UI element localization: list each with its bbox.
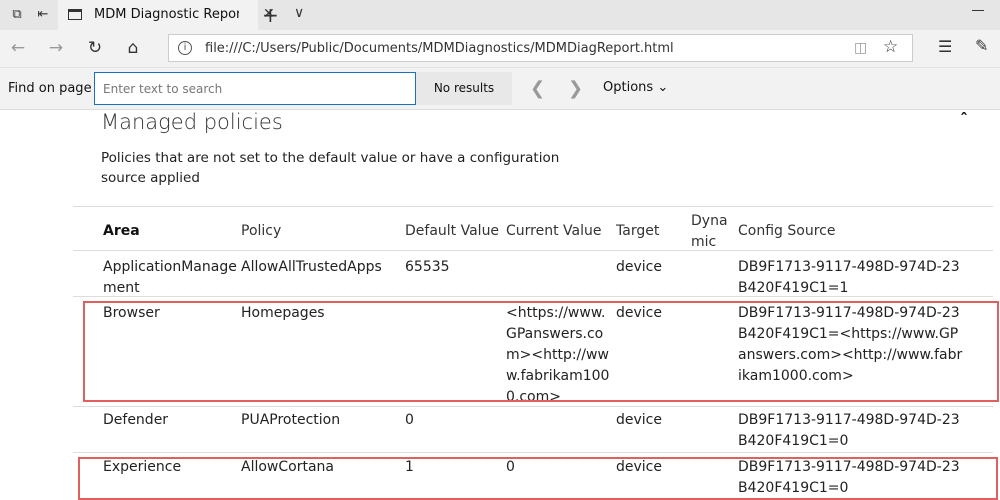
- header-config-source: Config Source: [738, 223, 836, 239]
- row-divider: [73, 406, 993, 407]
- reading-view-icon[interactable]: ◫: [854, 40, 867, 56]
- web-note-icon[interactable]: ✎: [975, 36, 988, 55]
- cell-policy: AllowAllTrustedApps: [241, 259, 382, 275]
- find-label: Find on page: [8, 81, 92, 96]
- header-target: Target: [616, 223, 660, 239]
- collapse-caret-icon[interactable]: ˆ: [960, 110, 968, 129]
- highlight-box-browser-row: [83, 301, 999, 402]
- page-icon: [68, 9, 82, 20]
- refresh-icon[interactable]: ↻: [83, 37, 107, 59]
- find-options-label: Options: [603, 80, 654, 95]
- section-description: Policies that are not set to the default…: [101, 150, 560, 186]
- page-content: Managed policies ˆ Policies that are not…: [0, 110, 1000, 500]
- home-icon[interactable]: ⌂: [121, 37, 145, 59]
- cell-target: device: [616, 412, 662, 428]
- cell-config-source: DB9F1713-9117-498D-974D-23B420F419C1=1: [738, 259, 960, 296]
- table-top-divider: [73, 206, 993, 207]
- find-next-icon[interactable]: ❯: [568, 78, 583, 99]
- navigation-bar: ← → ↻ ⌂ i file:///C:/Users/Public/Docume…: [0, 30, 1000, 67]
- cell-target: device: [616, 259, 662, 275]
- header-current-value: Current Value: [506, 223, 602, 239]
- header-dynamic: Dynamic: [691, 213, 728, 250]
- cell-default-value: 0: [405, 412, 414, 428]
- row-divider: [73, 296, 993, 297]
- find-options-button[interactable]: Options ⌄: [603, 80, 668, 95]
- row-divider: [73, 250, 993, 251]
- tab-bar: ⧉ ⇤ MDM Diagnostic Repor ✕ + ∨: [0, 0, 1000, 30]
- back-icon[interactable]: ←: [6, 37, 30, 59]
- header-policy: Policy: [241, 223, 282, 239]
- cell-policy: PUAProtection: [241, 412, 341, 428]
- new-tab-icon[interactable]: +: [262, 3, 279, 27]
- row-divider: [73, 452, 993, 453]
- tab-title: MDM Diagnostic Repor: [94, 7, 239, 22]
- cell-default-value: 65535: [405, 259, 450, 275]
- hub-icon[interactable]: ☰: [938, 37, 952, 56]
- tab-list-icon[interactable]: ∨: [294, 5, 304, 21]
- highlight-box-experience-row: [78, 457, 998, 500]
- tab-set-aside-icon[interactable]: ⧉: [8, 6, 26, 24]
- browser-tab[interactable]: MDM Diagnostic Repor ✕: [58, 0, 275, 30]
- find-bar: Find on page No results ❮ ❯ Options ⌄: [0, 67, 1000, 110]
- find-input[interactable]: [94, 72, 416, 105]
- forward-icon[interactable]: →: [44, 37, 68, 59]
- cell-area: Defender: [103, 412, 169, 428]
- header-default-value: Default Value: [405, 223, 500, 239]
- minimize-icon[interactable]: [972, 10, 984, 11]
- header-area: Area: [103, 223, 140, 239]
- find-results: No results: [416, 72, 512, 105]
- cell-area: ApplicationManagement: [103, 259, 237, 296]
- favorite-star-icon[interactable]: ☆: [883, 37, 898, 57]
- chevron-down-icon: ⌄: [657, 80, 669, 95]
- cell-config-source: DB9F1713-9117-498D-974D-23B420F419C1=0: [738, 412, 960, 449]
- find-previous-icon[interactable]: ❮: [530, 78, 545, 99]
- address-bar[interactable]: i file:///C:/Users/Public/Documents/MDMD…: [168, 34, 913, 62]
- address-url[interactable]: file:///C:/Users/Public/Documents/MDMDia…: [205, 41, 674, 56]
- site-info-icon[interactable]: i: [178, 41, 192, 55]
- section-title: Managed policies: [101, 110, 283, 134]
- tab-preview-icon[interactable]: ⇤: [34, 6, 52, 24]
